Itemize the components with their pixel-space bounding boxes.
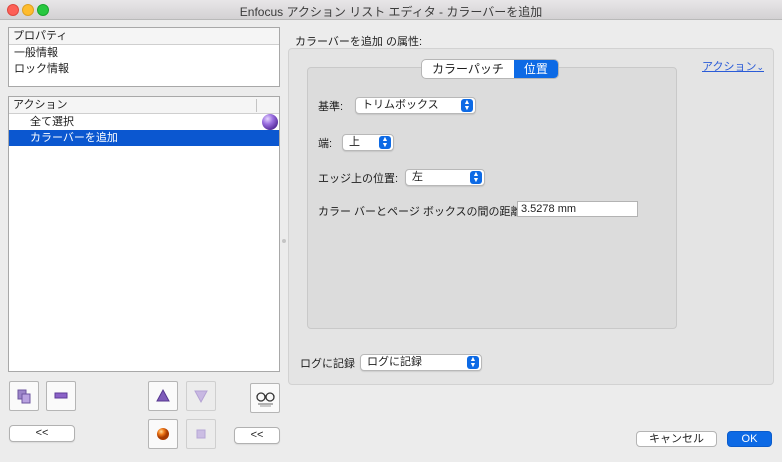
minus-icon: [54, 392, 68, 399]
action-item-label: カラーバーを追加: [30, 132, 118, 144]
move-down-button[interactable]: [186, 381, 216, 411]
edge-select-value: 上: [349, 136, 360, 148]
duplicate-action-button[interactable]: [9, 381, 39, 411]
collapse-button-2[interactable]: <<: [234, 427, 280, 444]
action-item-add-color-bar[interactable]: カラーバーを追加: [9, 130, 279, 146]
log-select[interactable]: ログに記録 ▲ ▼: [360, 354, 482, 371]
orange-orb-icon: [157, 428, 169, 440]
run-action-button[interactable]: [148, 419, 178, 449]
properties-list: プロパティ 一般情報 ロック情報: [8, 27, 280, 87]
actions-header: アクション: [9, 97, 279, 114]
inspect-button[interactable]: [250, 383, 280, 413]
attributes-title: カラーバーを追加 の属性:: [295, 36, 423, 48]
triangle-up-icon: [156, 388, 170, 402]
ok-button[interactable]: OK: [727, 431, 772, 447]
properties-item-lock[interactable]: ロック情報: [9, 61, 279, 77]
distance-field[interactable]: 3.5278 mm: [517, 201, 638, 217]
action-status-orb-icon: [262, 114, 278, 130]
stop-square-icon: [196, 429, 206, 439]
splitter-handle[interactable]: [282, 239, 286, 243]
log-select-value: ログに記録: [367, 356, 422, 368]
stop-action-button[interactable]: [186, 419, 216, 449]
collapse-left-button[interactable]: <<: [9, 425, 75, 442]
tab-control: カラーパッチ 位置: [421, 59, 559, 79]
action-menu-link[interactable]: アクション⌄: [702, 58, 764, 74]
window-title: Enfocus アクション リスト エディタ - カラーバーを追加: [239, 5, 543, 19]
action-item-label: 全て選択: [30, 116, 74, 128]
tab-color-patch[interactable]: カラーパッチ: [422, 60, 514, 78]
column-separator[interactable]: [256, 99, 257, 112]
position-select-value: 左: [412, 171, 423, 183]
properties-header: プロパティ: [9, 28, 279, 45]
properties-item-general[interactable]: 一般情報: [9, 45, 279, 61]
title-bar: Enfocus アクション リスト エディタ - カラーバーを追加: [0, 0, 782, 20]
edge-select[interactable]: 上 ▲ ▼: [342, 134, 394, 151]
position-select[interactable]: 左 ▲ ▼: [405, 169, 485, 186]
actions-list: アクション 全て選択 カラーバーを追加: [8, 96, 280, 372]
base-select-value: トリムボックス: [362, 99, 439, 111]
tab-position[interactable]: 位置: [513, 60, 558, 78]
edge-label: 端:: [318, 138, 333, 150]
triangle-down-icon: [194, 390, 208, 404]
actions-header-label: アクション: [13, 99, 68, 111]
chevron-updown-icon: ▲ ▼: [461, 99, 473, 112]
cancel-button[interactable]: キャンセル: [636, 431, 717, 447]
base-label: 基準:: [318, 101, 344, 113]
chevron-updown-icon: ▲ ▼: [467, 356, 479, 369]
move-up-button[interactable]: [148, 381, 178, 411]
log-label: ログに記録: [300, 358, 355, 370]
chevron-updown-icon: ▲ ▼: [470, 171, 482, 184]
action-menu-label: アクション: [702, 61, 757, 73]
remove-action-button[interactable]: [46, 381, 76, 411]
base-select[interactable]: トリムボックス ▲ ▼: [355, 97, 476, 114]
chevron-updown-icon: ▲ ▼: [379, 136, 391, 149]
position-label: エッジ上の位置:: [318, 173, 399, 185]
chevron-down-icon: ⌄: [756, 62, 764, 72]
action-item-select-all[interactable]: 全て選択: [9, 114, 279, 130]
duplicate-icon: [17, 389, 31, 404]
glasses-icon: [256, 392, 275, 407]
distance-label: カラー バーとページ ボックスの間の距離:: [318, 206, 525, 218]
